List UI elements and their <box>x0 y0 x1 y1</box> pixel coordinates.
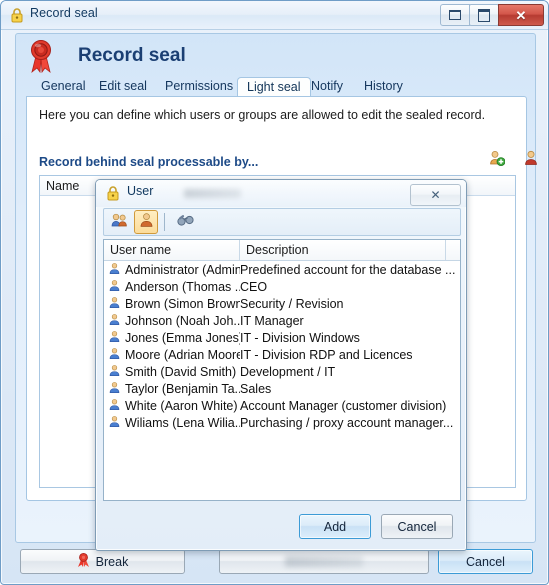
description-cell: Sales <box>240 381 272 396</box>
groups-button[interactable] <box>107 210 131 234</box>
user-list[interactable]: User name Description Administrator (Adm… <box>103 239 461 501</box>
description-cell: Security / Revision <box>240 296 344 311</box>
column-header-description[interactable]: Description <box>240 240 446 260</box>
user-dialog-titlebar[interactable]: User ✕ <box>96 180 466 207</box>
user-icon <box>108 364 121 380</box>
column-header-user-name[interactable]: User name <box>104 240 240 260</box>
user-dialog-close-button[interactable]: ✕ <box>410 184 461 206</box>
secondary-action-button[interactable] <box>219 549 429 574</box>
description-cell: Predefined account for the database ... <box>240 262 456 277</box>
tab-bar: General Edit seal Permissions Light seal… <box>16 77 535 97</box>
close-button[interactable]: ✕ <box>498 4 544 26</box>
users-button[interactable] <box>134 210 158 234</box>
description-cell: IT Manager <box>240 313 304 328</box>
break-icon <box>77 552 90 571</box>
description-cell: IT - Division RDP and Licences <box>240 347 413 362</box>
table-row[interactable]: Wiliams (Lena Wilia... Purchasing / proxy… <box>104 414 460 431</box>
page-title: Record seal <box>78 45 186 66</box>
table-row[interactable]: Moore (Adrian Moore) IT - Division RDP an… <box>104 346 460 363</box>
user-icon <box>108 330 121 346</box>
table-row[interactable]: White (Aaron White) Account Manager (cust… <box>104 397 460 414</box>
cancel-button[interactable]: Cancel <box>438 549 533 574</box>
table-row[interactable]: Johnson (Noah Joh... IT Manager <box>104 312 460 329</box>
tab-edit-seal[interactable]: Edit seal <box>90 77 156 96</box>
user-icon <box>108 415 121 431</box>
remove-user-icon[interactable] <box>523 150 539 166</box>
close-icon: ✕ <box>515 7 527 23</box>
user-name-cell: Anderson (Thomas ... <box>125 279 240 294</box>
search-button[interactable] <box>174 210 198 234</box>
tab-notify[interactable]: Notify <box>302 77 352 96</box>
description-cell: Purchasing / proxy account manager... <box>240 415 454 430</box>
user-name-cell: White (Aaron White) <box>125 398 238 413</box>
user-icon <box>108 381 121 397</box>
seal-ribbon-icon <box>26 38 56 74</box>
page-header: Record seal <box>26 38 186 74</box>
redacted-label <box>285 556 363 567</box>
section-title: Record behind seal processable by... <box>39 155 259 169</box>
add-user-icon[interactable] <box>489 150 506 167</box>
table-row[interactable]: Taylor (Benjamin Ta... Sales <box>104 380 460 397</box>
user-name-cell: Jones (Emma Jones) <box>125 330 240 345</box>
user-icon <box>108 313 121 329</box>
user-name-cell: Moore (Adrian Moore) <box>125 347 240 362</box>
binoculars-icon <box>177 213 195 232</box>
user-dialog-toolbar <box>103 208 461 236</box>
description-cell: IT - Division Windows <box>240 330 360 345</box>
user-name-cell: Taylor (Benjamin Ta... <box>125 381 240 396</box>
window-title: Record seal <box>30 6 98 20</box>
user-name-cell: Smith (David Smith) <box>125 364 237 379</box>
user-icon <box>108 279 121 295</box>
user-name-cell: Administrator (Admin... <box>125 262 240 277</box>
user-list-header: User name Description <box>104 240 460 261</box>
table-row[interactable]: Brown (Simon Brown) Security / Revision <box>104 295 460 312</box>
user-name-cell: Brown (Simon Brown) <box>125 296 240 311</box>
table-row[interactable]: Jones (Emma Jones) IT - Division Windows <box>104 329 460 346</box>
user-dialog-title: User <box>127 184 154 198</box>
user-name-cell: Wiliams (Lena Wilia... <box>125 415 240 430</box>
minimize-button[interactable] <box>440 4 470 26</box>
break-seal-label: Break <box>95 554 129 569</box>
tab-permissions[interactable]: Permissions <box>156 77 242 96</box>
tab-light-seal[interactable]: Light seal <box>237 77 311 97</box>
user-list-rows: Administrator (Admin... Predefined accoun… <box>104 261 460 431</box>
close-icon: ✕ <box>430 188 441 202</box>
lock-icon <box>106 185 120 201</box>
user-icon <box>108 296 121 312</box>
lock-icon <box>10 7 24 23</box>
description-text: Here you can define which users or group… <box>39 108 486 122</box>
table-row[interactable]: Anderson (Thomas ... CEO <box>104 278 460 295</box>
description-cell: Account Manager (customer division) <box>240 398 447 413</box>
description-cell: CEO <box>240 279 268 294</box>
user-icon <box>108 347 121 363</box>
column-header-spacer <box>446 240 460 260</box>
tab-history[interactable]: History <box>355 77 412 96</box>
add-button[interactable]: Add <box>299 514 371 539</box>
group-icon <box>111 212 128 233</box>
user-icon <box>139 212 154 233</box>
window-controls: ✕ <box>440 4 544 26</box>
toolbar-separator <box>164 213 165 231</box>
user-icon <box>108 262 121 278</box>
table-row[interactable]: Administrator (Admin... Predefined accoun… <box>104 261 460 278</box>
user-selection-dialog: User ✕ User name Description Administrat… <box>95 179 467 551</box>
redacted-subtitle <box>184 189 241 198</box>
minimize-icon <box>449 10 461 20</box>
maximize-icon <box>478 8 490 22</box>
record-seal-window: Record seal ✕ Record seal General Edit s… <box>0 0 549 585</box>
description-cell: Development / IT <box>240 364 336 379</box>
table-row[interactable]: Smith (David Smith) Development / IT <box>104 363 460 380</box>
user-name-cell: Johnson (Noah Joh... <box>125 313 240 328</box>
user-icon <box>108 398 121 414</box>
tab-general[interactable]: General <box>32 77 94 96</box>
user-dialog-cancel-button[interactable]: Cancel <box>381 514 453 539</box>
window-titlebar[interactable]: Record seal ✕ <box>1 1 548 30</box>
maximize-button[interactable] <box>469 4 499 26</box>
break-seal-button[interactable]: Break <box>20 549 185 574</box>
